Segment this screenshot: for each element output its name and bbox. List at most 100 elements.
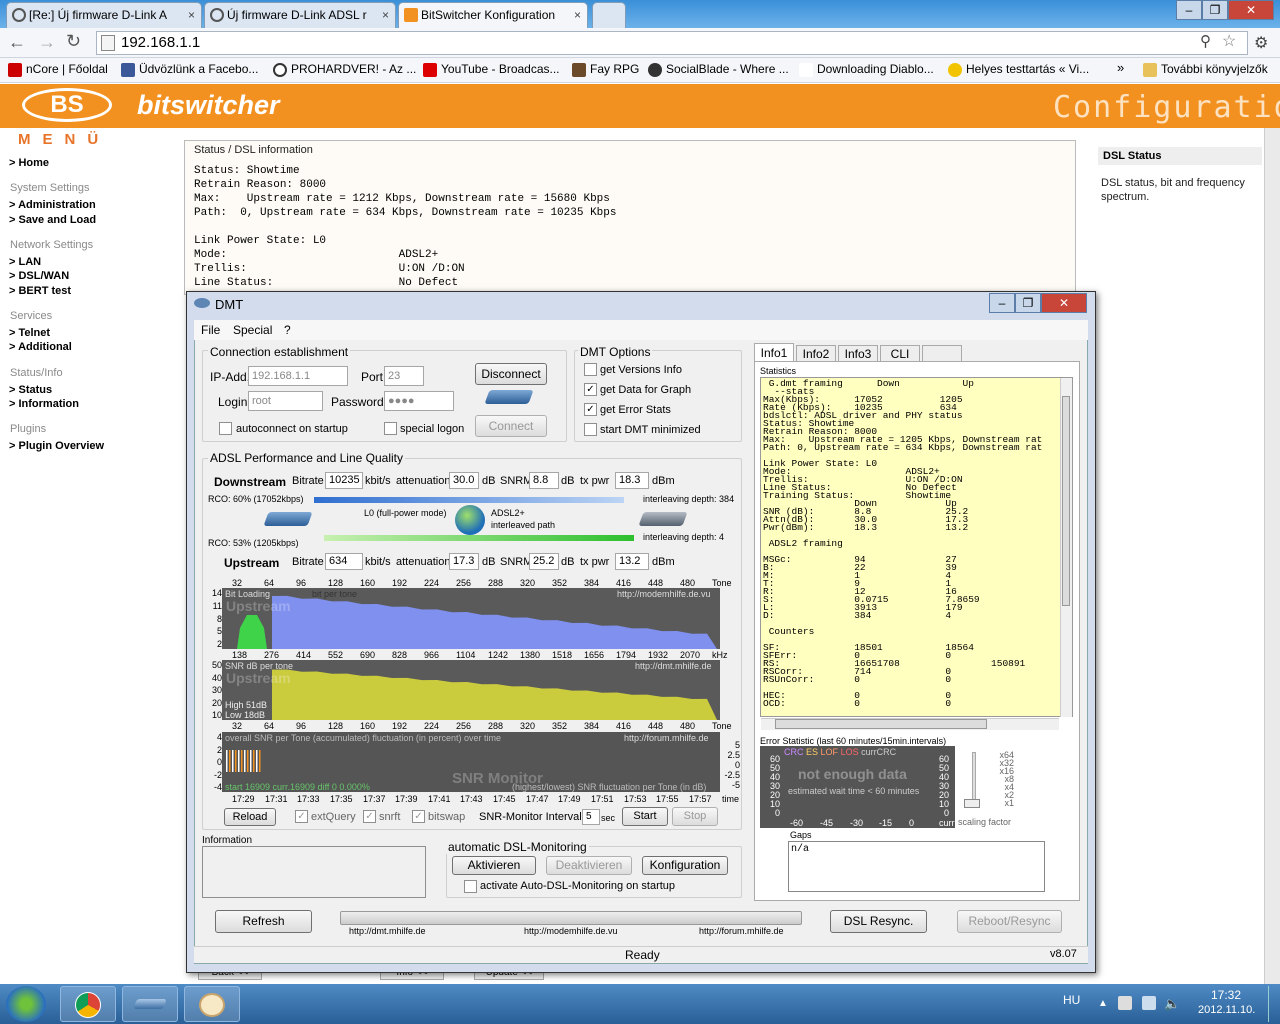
ncore-icon [8,63,22,77]
nav-additional[interactable]: > Additional [9,341,72,353]
port-input[interactable]: 23 [384,366,424,386]
more-bookmarks-icon[interactable]: » [1117,60,1124,75]
scale-slider-thumb[interactable] [964,799,980,808]
menu-file[interactable]: File [201,323,220,337]
nav-telnet[interactable]: > Telnet [9,327,50,339]
interval-input[interactable]: 5 [582,809,600,825]
tab-info2[interactable]: Info2 [796,345,836,362]
back-icon[interactable]: ← [8,32,26,53]
menu-special[interactable]: Special [233,323,272,337]
nav-home[interactable]: > Home [9,157,49,169]
deactivate-button[interactable]: Deaktivieren [546,856,632,875]
disconnect-button[interactable]: Disconnect [475,363,547,385]
autoconnect-checkbox[interactable] [219,422,232,435]
errorstats-checkbox[interactable]: ✓ [584,403,597,416]
minimized-checkbox[interactable] [584,423,597,436]
login-input[interactable]: root [248,391,323,411]
browser-tab-1[interactable]: [Re:] Új firmware D-Link A × [6,2,202,28]
chrome-task[interactable] [60,986,116,1022]
start-button[interactable]: Start [622,807,668,826]
tab-cli[interactable]: CLI [880,345,920,362]
nav-administration[interactable]: > Administration [9,199,96,211]
extquery-checkbox[interactable]: ✓ [295,810,308,823]
stats-hscroll-thumb[interactable] [775,719,987,729]
dmt-task[interactable] [122,986,178,1022]
tray-expand-icon[interactable]: ▲ [1098,998,1108,1009]
mon-y-tick: -4 [213,782,222,792]
nav-save-load[interactable]: > Save and Load [9,214,96,226]
close-tab-icon[interactable]: × [382,3,389,27]
nav-information[interactable]: > Information [9,398,79,410]
nav-lan[interactable]: > LAN [9,256,41,268]
link-modemhilfe[interactable]: http://modemhilfe.de.vu [524,926,618,936]
graph-checkbox[interactable]: ✓ [584,383,597,396]
volume-icon[interactable]: 🔈 [1164,996,1180,1012]
bookmark-testtartas[interactable]: Helyes testtartás « Vi... [948,62,1089,77]
forward-icon[interactable]: → [38,32,56,53]
close-tab-icon[interactable]: × [188,3,195,27]
nav-dsl-wan[interactable]: > DSL/WAN [9,270,69,282]
bookmark-ncore[interactable]: nCore | Főoldal [8,62,108,77]
link-dmt[interactable]: http://dmt.mhilfe.de [349,926,426,936]
activate-button[interactable]: Aktivieren [452,856,536,875]
start-button[interactable] [6,986,46,1022]
dmt-close-icon[interactable]: ✕ [1041,293,1087,313]
bookmark-facebook[interactable]: Üdvözlünk a Facebo... [121,62,258,77]
snrft-checkbox[interactable]: ✓ [363,810,376,823]
stats-vscroll-thumb[interactable] [1062,396,1070,606]
err-x-tick: -30 [850,818,864,828]
versions-checkbox[interactable] [584,363,597,376]
language-indicator[interactable]: HU [1063,993,1080,1007]
bookmark-socialblade[interactable]: SocialBlade - Where ... [648,62,789,77]
special-logon-checkbox[interactable] [384,422,397,435]
refresh-button[interactable]: Refresh [215,910,312,933]
scale-slider-track[interactable] [972,752,976,804]
bookmark-youtube[interactable]: YouTube - Broadcas... [423,62,560,77]
tab-info3[interactable]: Info3 [838,345,878,362]
connect-button[interactable]: Connect [475,415,547,437]
stop-button[interactable]: Stop [672,807,718,826]
address-bar[interactable]: 192.168.1.1 [96,31,1248,55]
tab-info1[interactable]: Info1 [754,343,794,362]
maximize-icon[interactable]: ❐ [1202,0,1228,20]
ip-input[interactable]: 192.168.1.1 [248,366,348,386]
menu-help[interactable]: ? [284,323,291,337]
page-scrollbar[interactable] [1264,128,1280,988]
minimize-icon[interactable]: – [1176,0,1202,20]
show-desktop-button[interactable] [1268,986,1280,1022]
nav-plugin-overview[interactable]: > Plugin Overview [9,440,104,452]
err-x-tick: 0 [909,818,915,828]
dmt-minimize-icon[interactable]: – [989,293,1015,313]
paint-task[interactable] [184,986,240,1022]
status-text-ready: Ready [625,948,660,962]
browser-tab-3[interactable]: BitSwitcher Konfiguration × [398,2,588,28]
password-input[interactable]: ●●●● [384,391,454,411]
close-tab-icon[interactable]: × [574,3,581,27]
link-forum[interactable]: http://forum.mhilfe.de [699,926,784,936]
bookmark-prohardver[interactable]: PROHARDVER! - Az ... [273,62,416,77]
bitswap-checkbox[interactable]: ✓ [412,810,425,823]
browser-tab-2[interactable]: Új firmware D-Link ADSL r × [204,2,396,28]
dmt-maximize-icon[interactable]: ❐ [1015,293,1041,313]
nav-bert[interactable]: > BERT test [9,285,71,297]
flag-icon[interactable] [1118,996,1132,1010]
clock-date[interactable]: 2012.11.10. [1198,1004,1255,1016]
zoom-icon[interactable]: ⚲ [1200,32,1211,50]
time-tick: 17:31 [265,794,288,804]
wrench-icon[interactable]: ⚙ [1254,33,1268,53]
close-window-icon[interactable]: ✕ [1228,0,1274,20]
bookmark-fay-rpg[interactable]: Fay RPG [572,62,639,77]
bookmark-star-icon[interactable]: ☆ [1222,31,1236,51]
reboot-button[interactable]: Reboot/Resync [957,910,1062,933]
resync-button[interactable]: DSL Resync. [830,910,927,933]
reload-icon[interactable]: ↻ [66,31,81,52]
clock-time[interactable]: 17:32 [1211,988,1241,1002]
config-button[interactable]: Konfiguration [642,856,728,875]
auto-startup-checkbox[interactable] [464,880,477,893]
new-tab-button[interactable] [592,2,626,28]
bookmark-diablo[interactable]: Downloading Diablo... [799,62,934,77]
reload-button[interactable]: Reload [224,808,276,826]
network-icon[interactable] [1142,996,1156,1010]
nav-status[interactable]: > Status [9,384,52,396]
other-bookmarks[interactable]: További könyvjelzők [1143,62,1268,77]
